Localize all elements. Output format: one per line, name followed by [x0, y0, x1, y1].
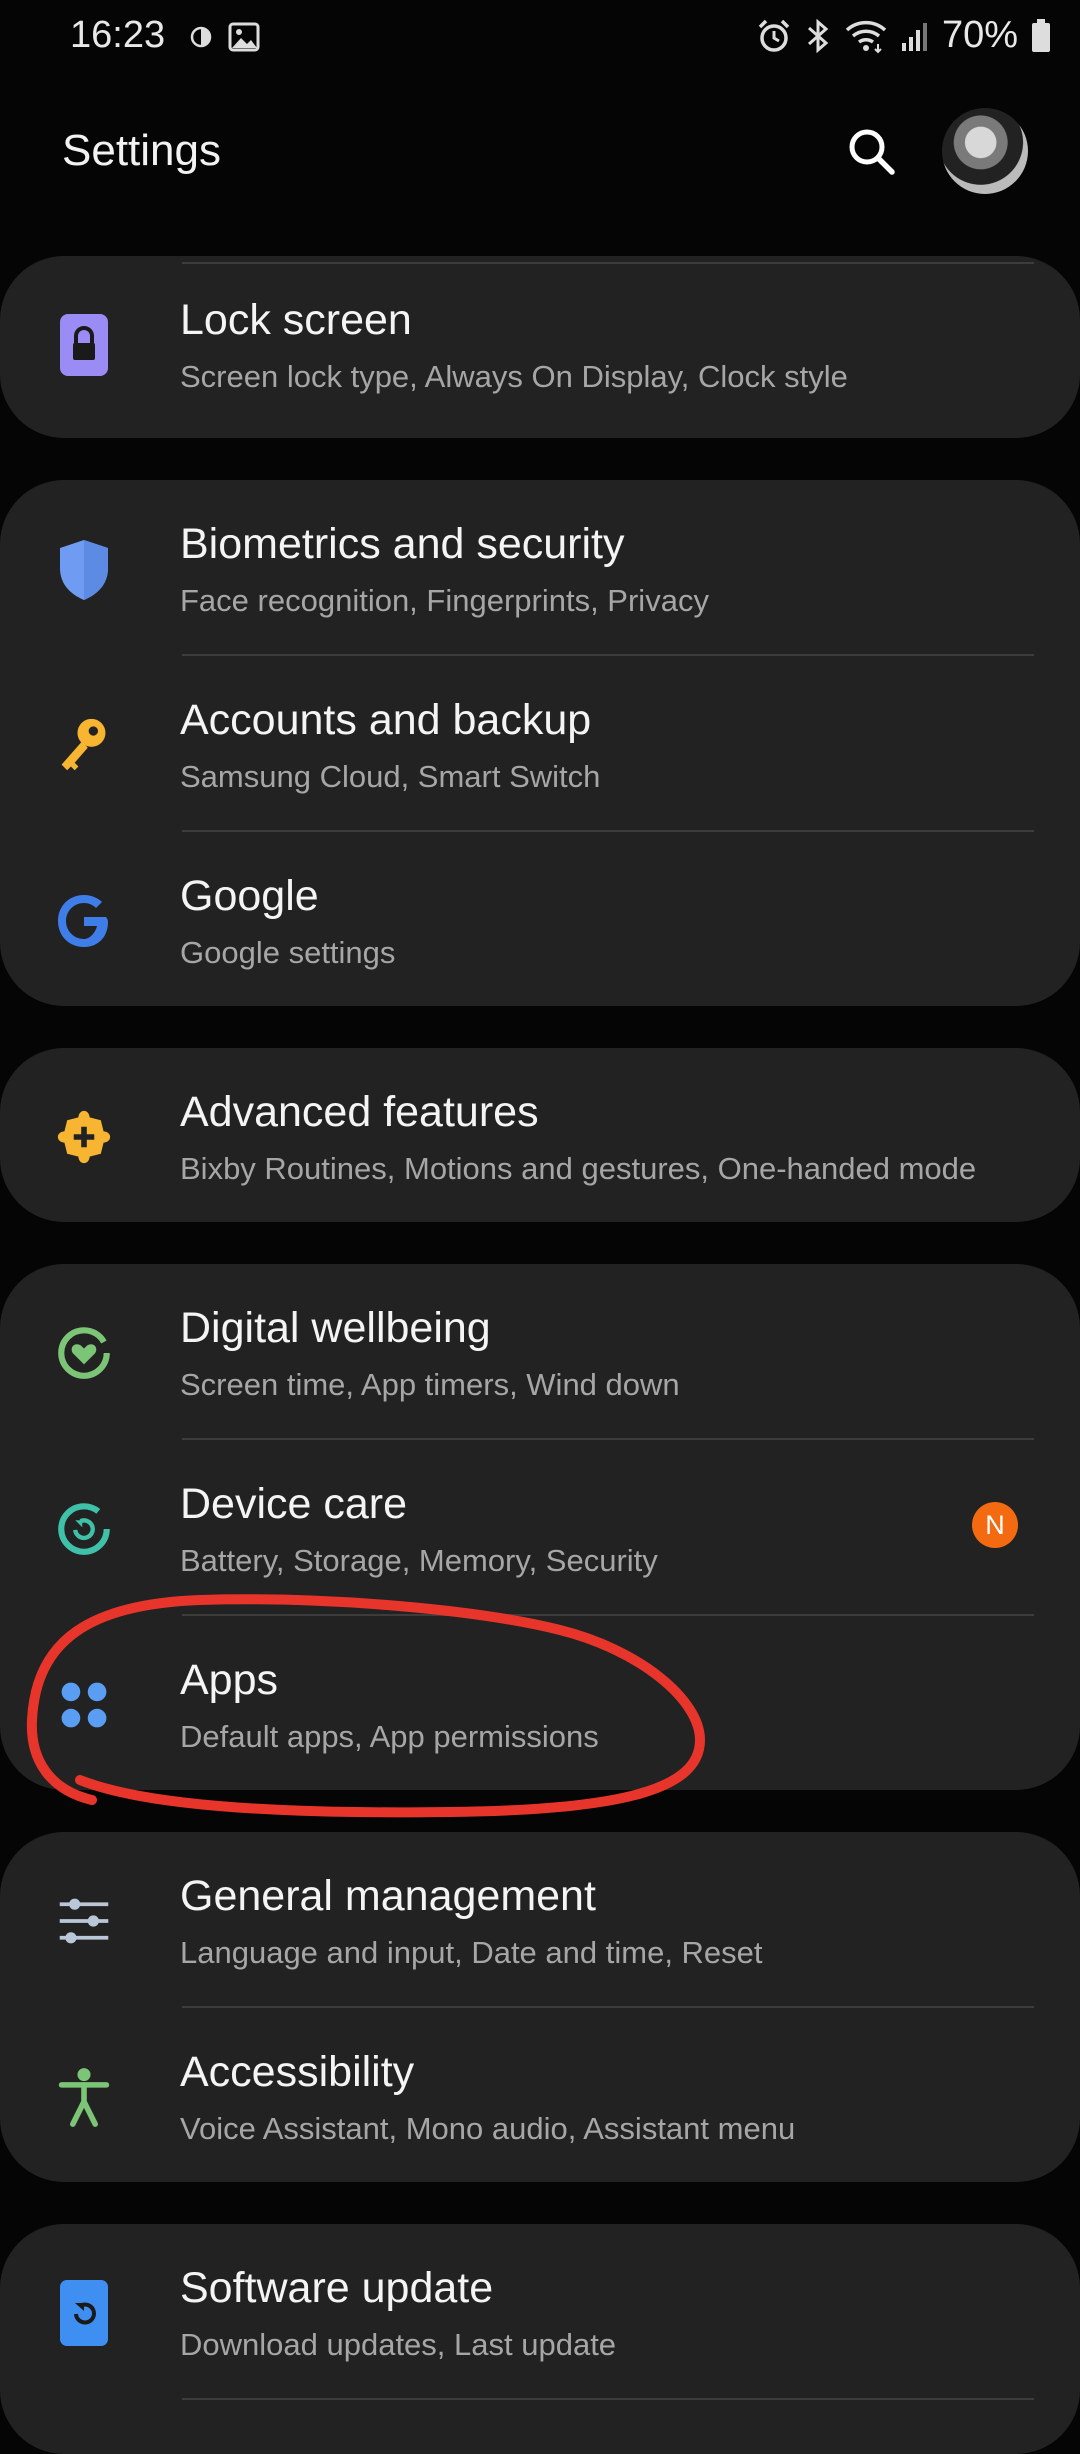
page-title: Settings [62, 126, 221, 175]
apps-grid-icon [56, 1670, 112, 1740]
setting-lock-screen[interactable]: Lock screen Screen lock type, Always On … [0, 256, 1080, 432]
alarm-icon [758, 19, 790, 52]
setting-title: General management [180, 1872, 596, 1920]
gallery-icon [228, 22, 260, 52]
setting-title: Device care [180, 1480, 408, 1528]
setting-title: Accounts and backup [180, 696, 592, 744]
setting-subtitle: Screen lock type, Always On Display, Clo… [180, 359, 848, 394]
setting-biometrics-and-security[interactable]: Biometrics and security Face recognition… [0, 480, 1080, 656]
setting-title: Accessibility [180, 2048, 415, 2096]
refresh-circle-icon [56, 1494, 112, 1564]
setting-subtitle: Default apps, App permissions [180, 1719, 599, 1754]
setting-title: Apps [180, 1656, 279, 1704]
status-left-icons [190, 22, 260, 52]
setting-subtitle: Language and input, Date and time, Reset [180, 1935, 763, 1970]
settings-group-wellbeing: Digital wellbeing Screen time, App timer… [0, 1264, 1080, 1790]
shield-icon [56, 534, 112, 604]
profile-avatar[interactable] [942, 108, 1028, 194]
setting-general-management[interactable]: General management Language and input, D… [0, 1832, 1080, 2008]
setting-title: Digital wellbeing [180, 1304, 491, 1352]
setting-accounts-and-backup[interactable]: Accounts and backup Samsung Cloud, Smart… [0, 656, 1080, 832]
setting-title: Advanced features [180, 1088, 539, 1136]
settings-group-general: General management Language and input, D… [0, 1832, 1080, 2182]
setting-subtitle: Bixby Routines, Motions and gestures, On… [180, 1151, 977, 1186]
setting-subtitle: Download updates, Last update [180, 2327, 617, 2362]
lock-icon [56, 310, 112, 380]
setting-digital-wellbeing[interactable]: Digital wellbeing Screen time, App timer… [0, 1264, 1080, 1440]
setting-subtitle: Screen time, App timers, Wind down [180, 1367, 680, 1402]
new-badge: N [972, 1502, 1018, 1548]
accessibility-icon [56, 2062, 112, 2132]
settings-group-update: Software update Download updates, Last u… [0, 2224, 1080, 2454]
setting-device-care[interactable]: Device care Battery, Storage, Memory, Se… [0, 1440, 1080, 1616]
setting-title: Software update [180, 2264, 494, 2312]
settings-group-advanced: Advanced features Bixby Routines, Motion… [0, 1048, 1080, 1222]
search-icon [849, 129, 895, 175]
wifi-icon [845, 20, 887, 53]
setting-subtitle: Samsung Cloud, Smart Switch [180, 759, 601, 794]
setting-google[interactable]: Google Google settings [0, 832, 1080, 1008]
contrast-icon [190, 26, 212, 48]
battery-percentage: 70% [941, 14, 1018, 56]
setting-software-update[interactable]: Software update Download updates, Last u… [0, 2224, 1080, 2400]
sliders-icon [56, 1886, 112, 1956]
status-time: 16:23 [70, 14, 166, 56]
status-right-icons: 70% [756, 14, 1052, 57]
setting-subtitle: Battery, Storage, Memory, Security [180, 1543, 658, 1578]
puzzle-plus-icon [56, 1102, 112, 1172]
battery-icon [1032, 18, 1050, 52]
setting-subtitle: Face recognition, Fingerprints, Privacy [180, 583, 709, 618]
signal-icon [901, 22, 927, 51]
setting-apps[interactable]: Apps Default apps, App permissions [0, 1616, 1080, 1792]
software-update-icon [56, 2278, 112, 2348]
setting-subtitle: Google settings [180, 935, 396, 970]
setting-title: Biometrics and security [180, 520, 625, 568]
status-bar: 16:23 70% [0, 0, 1080, 80]
search-button[interactable] [840, 120, 904, 184]
setting-title: Google [180, 872, 319, 920]
setting-advanced-features[interactable]: Advanced features Bixby Routines, Motion… [0, 1048, 1080, 1224]
heart-circle-icon [56, 1318, 112, 1388]
app-bar: Settings [0, 100, 1080, 210]
settings-group-lockscreen: Lock screen Screen lock type, Always On … [0, 256, 1080, 438]
settings-group-security: Biometrics and security Face recognition… [0, 480, 1080, 1006]
bluetooth-icon [807, 18, 829, 53]
key-icon [56, 710, 112, 780]
google-icon [56, 886, 112, 956]
setting-subtitle: Voice Assistant, Mono audio, Assistant m… [180, 2111, 796, 2146]
setting-title: Lock screen [180, 296, 412, 344]
setting-accessibility[interactable]: Accessibility Voice Assistant, Mono audi… [0, 2008, 1080, 2184]
